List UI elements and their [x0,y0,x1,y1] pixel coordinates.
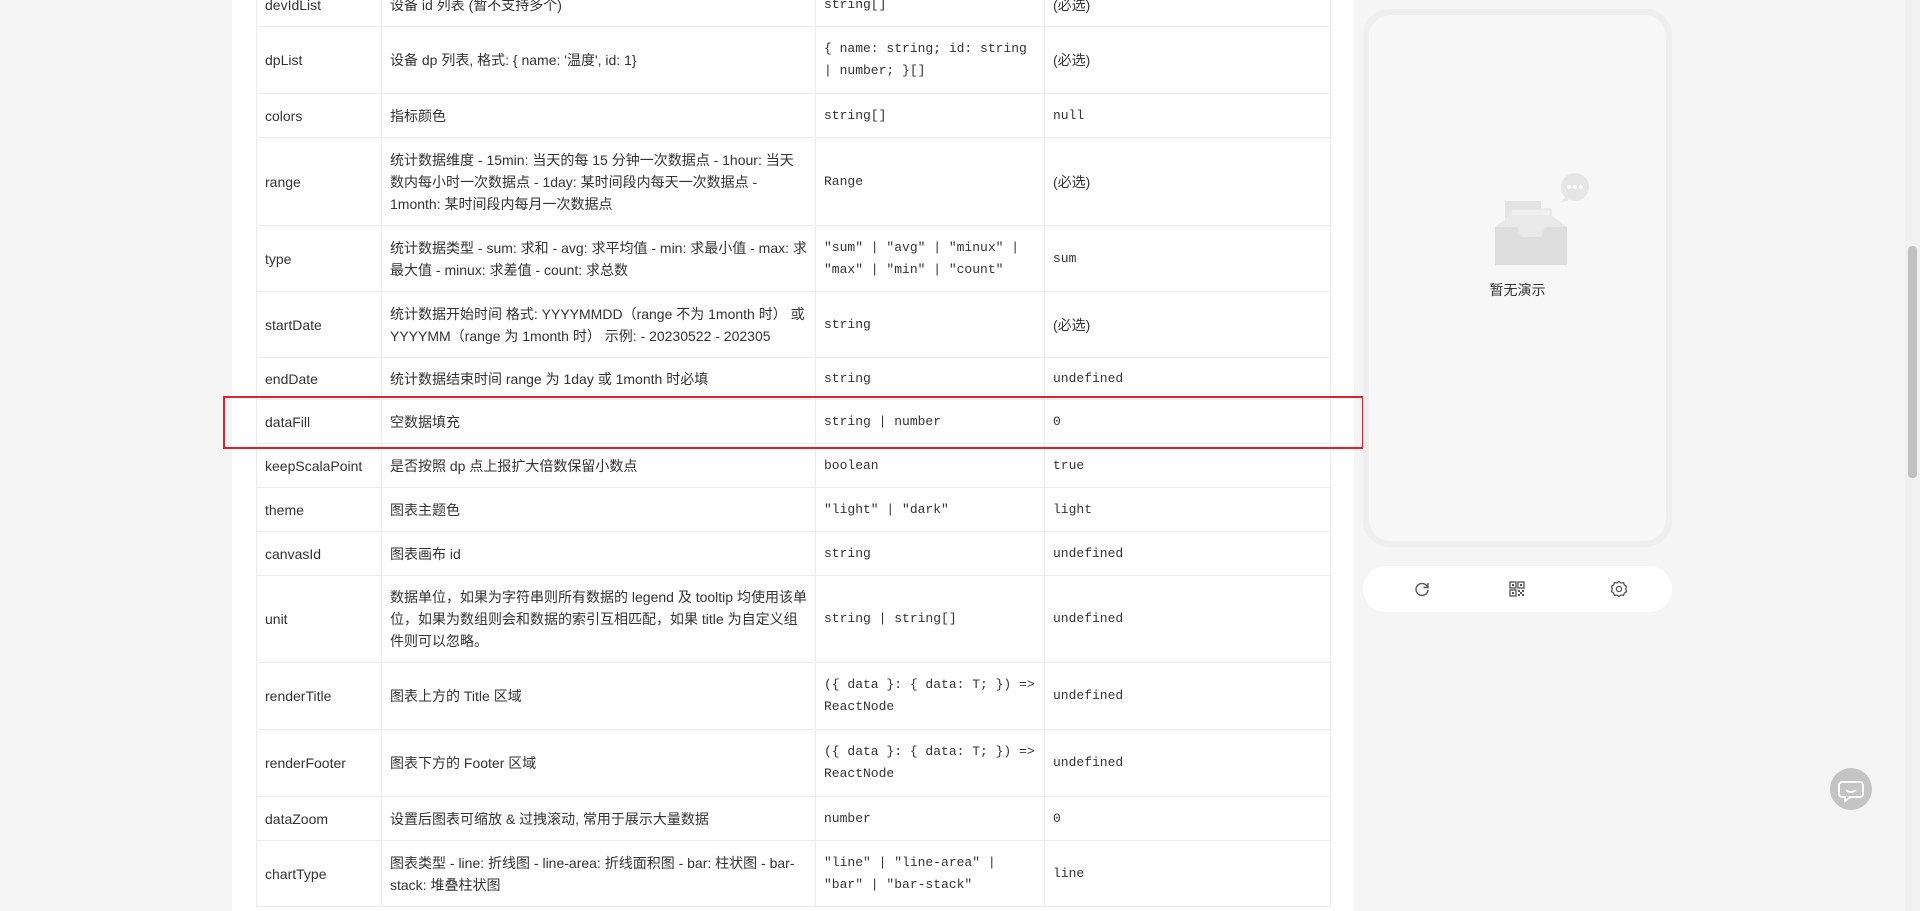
prop-type-cell: "line" | "line-area" | "bar" | "bar-stac… [815,840,1045,907]
prop-type-cell: string | string[] [815,575,1045,663]
prop-name-cell: renderFooter [256,729,382,797]
prop-description-cell: 统计数据维度 - 15min: 当天的每 15 分钟一次数据点 - 1hour:… [381,137,816,226]
empty-state-text: 暂无演示 [1489,282,1546,298]
prop-description-cell: 数据单位，如果为字符串则所有数据的 legend 及 tooltip 均使用该单… [381,575,816,663]
prop-name-cell: canvasId [256,531,382,576]
prop-default-cell: 0 [1044,796,1331,841]
prop-description-cell: 图表类型 - line: 折线图 - line-area: 折线面积图 - ba… [381,840,816,907]
prop-description-cell: 统计数据类型 - sum: 求和 - avg: 求平均值 - min: 求最小值… [381,225,816,292]
api-props-table: devIdList 设备 id 列表 (暂不支持多个) string[] (必选) dp… [256,0,1331,907]
page-scrollbar[interactable] [1905,0,1920,911]
qrcode-icon[interactable] [1507,579,1527,599]
chat-support-button[interactable] [1830,768,1872,810]
table-row: theme 图表主题色 "light" | "dark" light [256,487,1331,532]
prop-name-cell: dataZoom [256,796,382,841]
prop-default-cell: (必选) [1044,26,1331,94]
prop-type-cell: number [815,796,1045,841]
table-row: type 统计数据类型 - sum: 求和 - avg: 求平均值 - min: … [256,225,1331,292]
prop-type-cell: string[] [815,93,1045,138]
prop-description-cell: 统计数据结束时间 range 为 1day 或 1month 时必填 [381,357,816,400]
prop-type-cell: ({ data }: { data: T; }) => ReactNode [815,729,1045,797]
prop-default-cell: (必选) [1044,137,1331,226]
table-row: renderTitle 图表上方的 Title 区域({ data }: { da… [256,662,1331,730]
prop-type-cell: string [815,531,1045,576]
prop-type-cell: string | number [815,399,1045,444]
prop-default-cell: undefined [1044,729,1331,797]
settings-icon[interactable] [1609,579,1629,599]
prop-default-cell: sum [1044,225,1331,292]
table-row: renderFooter 图表下方的 Footer 区域({ data }: { … [256,729,1331,797]
prop-description-cell: 图表画布 id [381,531,816,576]
table-row: devIdList 设备 id 列表 (暂不支持多个) string[] (必选) [256,0,1331,27]
phone-screen: 暂无演示 [1369,15,1666,541]
table-row: dataFill 空数据填充 string | number 0 [256,399,1331,444]
prop-name-cell: startDate [256,291,382,358]
prop-default-cell: null [1044,93,1331,138]
prop-default-cell: line [1044,840,1331,907]
prop-default-cell: (必选) [1044,291,1331,358]
prop-type-cell: string[] [815,0,1045,27]
prop-name-cell: chartType [256,840,382,907]
prop-description-cell: 是否按照 dp 点上报扩大倍数保留小数点 [381,443,816,488]
prop-description-cell: 设备 id 列表 (暂不支持多个) [381,0,816,27]
prop-default-cell: 0 [1044,399,1331,444]
prop-description-cell: 图表下方的 Footer 区域 [381,729,816,797]
scrollbar-thumb[interactable] [1908,246,1917,478]
prop-name-cell: colors [256,93,382,138]
prop-name-cell: renderTitle [256,662,382,730]
api-doc-panel: devIdList 设备 id 列表 (暂不支持多个) string[] (必选) dp… [232,0,1354,911]
prop-description-cell: 设备 dp 列表, 格式: { name: '温度', id: 1} [381,26,816,94]
prop-type-cell: Range [815,137,1045,226]
prop-default-cell: undefined [1044,662,1331,730]
prop-default-cell: undefined [1044,531,1331,576]
prop-default-cell: light [1044,487,1331,532]
table-row: dpList 设备 dp 列表, 格式: { name: '温度', id: 1}… [256,26,1331,94]
preview-toolbar [1363,566,1672,612]
prop-name-cell: endDate [256,357,382,400]
prop-type-cell: "light" | "dark" [815,487,1045,532]
prop-name-cell: range [256,137,382,226]
table-row: chartType 图表类型 - line: 折线图 - line-area: 折… [256,840,1331,907]
prop-type-cell: string [815,357,1045,400]
prop-default-cell: undefined [1044,575,1331,663]
prop-description-cell: 统计数据开始时间 格式: YYYYMMDD（range 不为 1month 时）… [381,291,816,358]
table-row: endDate 统计数据结束时间 range 为 1day 或 1month 时必… [256,357,1331,400]
prop-type-cell: string [815,291,1045,358]
prop-name-cell: dataFill [256,399,382,444]
prop-description-cell: 空数据填充 [381,399,816,444]
table-row: keepScalaPoint 是否按照 dp 点上报扩大倍数保留小数点 boolea… [256,443,1331,488]
prop-default-cell: (必选) [1044,0,1331,27]
phone-preview: 暂无演示 [1363,9,1672,547]
table-row: colors 指标颜色 string[] null [256,93,1331,138]
prop-description-cell: 指标颜色 [381,93,816,138]
refresh-icon[interactable] [1412,579,1432,599]
table-row: unit 数据单位，如果为字符串则所有数据的 legend 及 tooltip 均… [256,575,1331,663]
prop-name-cell: type [256,225,382,292]
prop-name-cell: unit [256,575,382,663]
prop-description-cell: 图表主题色 [381,487,816,532]
prop-type-cell: { name: string; id: string | number; }[] [815,26,1045,94]
prop-type-cell: "sum" | "avg" | "minux" | "max" | "min" … [815,225,1045,292]
table-row: dataZoom 设置后图表可缩放 & 过拽滚动, 常用于展示大量数据 number… [256,796,1331,841]
table-row: startDate 统计数据开始时间 格式: YYYYMMDD（range 不为 … [256,291,1331,358]
prop-name-cell: dpList [256,26,382,94]
prop-name-cell: devIdList [256,0,382,27]
empty-inbox-icon [1495,173,1589,265]
prop-description-cell: 图表上方的 Title 区域 [381,662,816,730]
prop-default-cell: true [1044,443,1331,488]
prop-default-cell: undefined [1044,357,1331,400]
table-row: canvasId 图表画布 id string undefined [256,531,1331,576]
prop-type-cell: boolean [815,443,1045,488]
prop-name-cell: keepScalaPoint [256,443,382,488]
prop-type-cell: ({ data }: { data: T; }) => ReactNode [815,662,1045,730]
prop-description-cell: 设置后图表可缩放 & 过拽滚动, 常用于展示大量数据 [381,796,816,841]
prop-name-cell: theme [256,487,382,532]
table-row: range 统计数据维度 - 15min: 当天的每 15 分钟一次数据点 - 1… [256,137,1331,226]
chat-bubble-icon [1838,781,1864,803]
